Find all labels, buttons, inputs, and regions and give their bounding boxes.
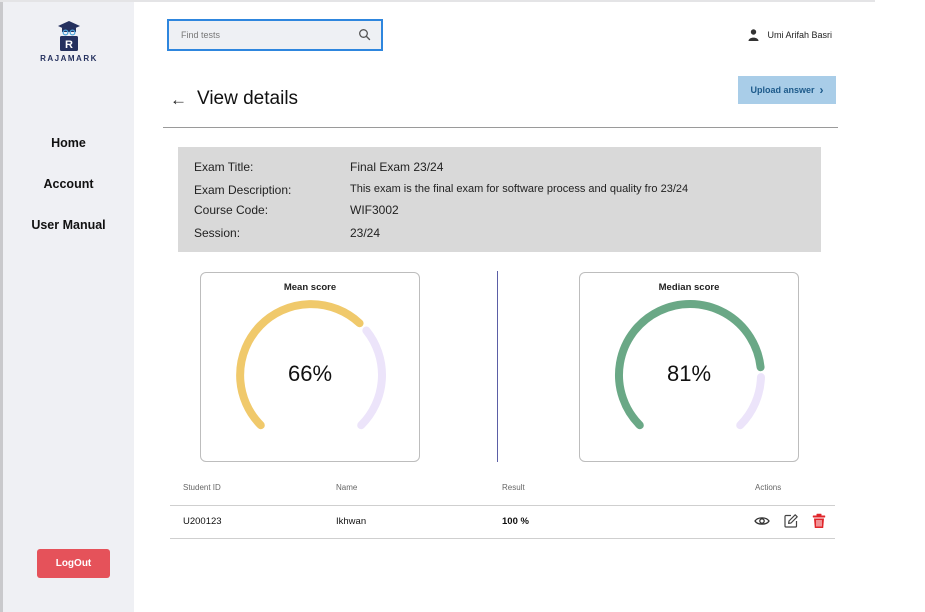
exam-title-value: Final Exam 23/24	[350, 160, 444, 174]
table-header-divider	[170, 505, 835, 506]
table-row-divider	[170, 538, 835, 539]
sidebar: R RAJAMARK Home Account User Manual LogO…	[3, 2, 134, 612]
view-eye-icon[interactable]	[754, 513, 770, 529]
exam-description-value: This exam is the final exam for software…	[350, 183, 689, 195]
median-score-card: Median score 81%	[579, 272, 799, 462]
brand-logo[interactable]: R RAJAMARK	[39, 20, 99, 63]
median-score-value: 81%	[666, 361, 712, 386]
exam-title-row: Exam Title: Final Exam 23/24	[194, 160, 443, 174]
cell-name: Ikhwan	[336, 516, 367, 527]
column-header-name[interactable]: Name	[336, 483, 357, 492]
column-header-student-id[interactable]: Student ID	[183, 483, 221, 492]
page-header: ← View details	[170, 88, 298, 110]
session-label: Session:	[194, 226, 241, 240]
upload-answer-label: Upload answer	[750, 85, 815, 95]
logout-button[interactable]: LogOut	[37, 549, 110, 578]
brand-name: RAJAMARK	[40, 54, 98, 63]
search-icon[interactable]	[358, 28, 371, 41]
sidebar-item-user-manual[interactable]: User Manual	[3, 218, 134, 232]
sidebar-item-account[interactable]: Account	[3, 177, 134, 191]
session-row: Session: 23/24	[194, 226, 380, 240]
user-name: Umi Arifah Basri	[767, 30, 832, 40]
course-code-row: Course Code: WIF3002	[194, 203, 399, 217]
cards-divider	[497, 271, 498, 462]
back-arrow-icon[interactable]: ←	[170, 91, 187, 108]
exam-description-row: Exam Description: This exam is the final…	[194, 183, 688, 197]
upload-answer-button[interactable]: Upload answer ›	[738, 76, 836, 104]
column-header-actions: Actions	[755, 483, 782, 492]
logo-icon: R	[58, 21, 80, 51]
user-profile[interactable]: Umi Arifah Basri	[748, 29, 832, 41]
app-window: R RAJAMARK Home Account User Manual LogO…	[0, 0, 925, 612]
mean-score-value: 66%	[287, 361, 333, 386]
search-input[interactable]	[181, 27, 351, 43]
chevron-right-icon: ›	[819, 83, 824, 97]
header-divider	[163, 127, 838, 128]
svg-text:R: R	[65, 39, 73, 51]
session-value: 23/24	[350, 226, 381, 240]
edit-icon[interactable]	[783, 513, 799, 529]
sidebar-item-home[interactable]: Home	[3, 136, 134, 150]
cell-result: 100 %	[502, 516, 529, 527]
column-header-result[interactable]: Result	[502, 483, 525, 492]
mean-score-card: Mean score 66%	[200, 272, 420, 462]
search-box[interactable]	[167, 19, 383, 51]
cell-student-id: U200123	[183, 516, 222, 527]
user-icon	[748, 29, 759, 41]
exam-description-label: Exam Description:	[194, 183, 292, 197]
page-title: View details	[197, 88, 299, 109]
course-code-value: WIF3002	[350, 203, 399, 217]
exam-details-panel: Exam Title: Final Exam 23/24 Exam Descri…	[178, 147, 821, 252]
exam-title-label: Exam Title:	[194, 160, 254, 174]
delete-trash-icon[interactable]	[811, 513, 827, 529]
course-code-label: Course Code:	[194, 203, 269, 217]
